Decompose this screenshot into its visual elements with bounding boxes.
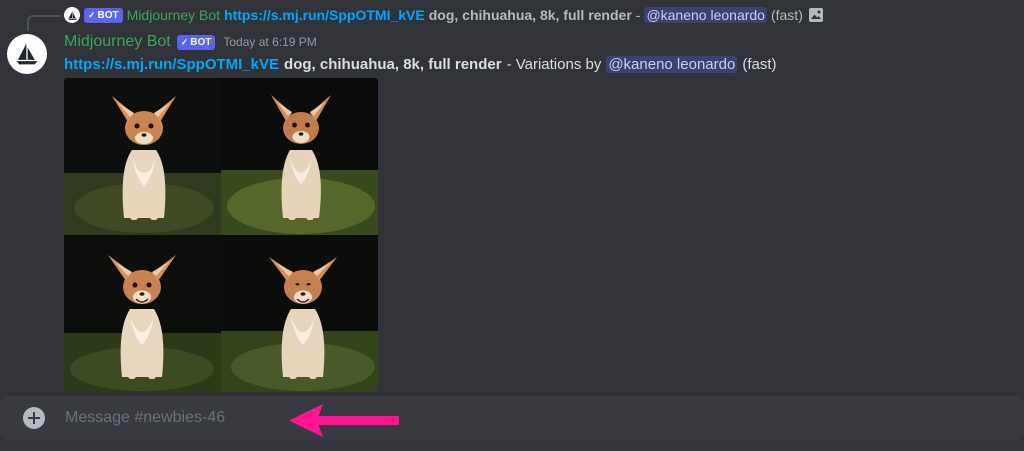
chihuahua-image: [64, 78, 221, 235]
verified-check-icon: ✓: [88, 9, 96, 20]
chihuahua-image: [221, 78, 378, 235]
image-tile[interactable]: [64, 235, 221, 392]
variations-suffix: - Variations by: [506, 55, 602, 73]
reply-speed: (fast): [770, 7, 803, 23]
prompt-link[interactable]: https://s.mj.run/SppOTMI_kVE: [64, 56, 279, 73]
sailboat-icon: [16, 43, 38, 65]
plus-icon: [28, 412, 40, 424]
image-grid[interactable]: [64, 78, 378, 392]
user-mention[interactable]: @kaneno leonardo: [606, 55, 738, 73]
message-header: Midjourney Bot ✓ BOT Today at 6:19 PM: [64, 32, 317, 52]
sailboat-icon: [67, 10, 77, 20]
bot-tag: ✓ BOT: [84, 7, 123, 23]
image-tile[interactable]: [64, 78, 221, 235]
add-attachment-button[interactable]: [23, 407, 45, 429]
chihuahua-image: [221, 235, 378, 392]
bot-tag-label: BOT: [97, 9, 119, 21]
reply-author[interactable]: Midjourney Bot: [127, 7, 220, 23]
image-tile[interactable]: [221, 235, 378, 392]
speed-label: (fast): [742, 55, 777, 73]
message-input[interactable]: [63, 402, 967, 434]
message-composer: [0, 396, 1024, 440]
avatar[interactable]: [7, 34, 47, 74]
message-content: https://s.mj.run/SppOTMI_kVE dog, chihua…: [64, 54, 782, 74]
bot-tag: ✓ BOT: [176, 34, 216, 50]
chihuahua-image: [64, 235, 221, 392]
reply-prompt: dog, chihuahua, 8k, full render: [428, 7, 632, 23]
timestamp[interactable]: Today at 6:19 PM: [223, 35, 316, 49]
discord-channel-view: ✓ BOT Midjourney Bot https://s.mj.run/Spp…: [0, 0, 1024, 451]
reply-spine: [27, 15, 61, 31]
author-name[interactable]: Midjourney Bot: [64, 33, 171, 51]
reply-mention[interactable]: @kaneno leonardo: [644, 7, 767, 23]
reply-preview[interactable]: ✓ BOT Midjourney Bot https://s.mj.run/Spp…: [64, 5, 823, 25]
arrow-left-icon: [289, 404, 399, 437]
reply-separator: -: [635, 7, 641, 23]
reply-avatar: [64, 7, 80, 23]
image-icon: [808, 8, 823, 22]
verified-check-icon: ✓: [180, 36, 189, 47]
reply-link[interactable]: https://s.mj.run/SppOTMI_kVE: [224, 7, 425, 23]
image-tile[interactable]: [221, 78, 378, 235]
bot-tag-label: BOT: [190, 36, 212, 48]
prompt-text: dog, chihuahua, 8k, full render: [284, 55, 502, 73]
